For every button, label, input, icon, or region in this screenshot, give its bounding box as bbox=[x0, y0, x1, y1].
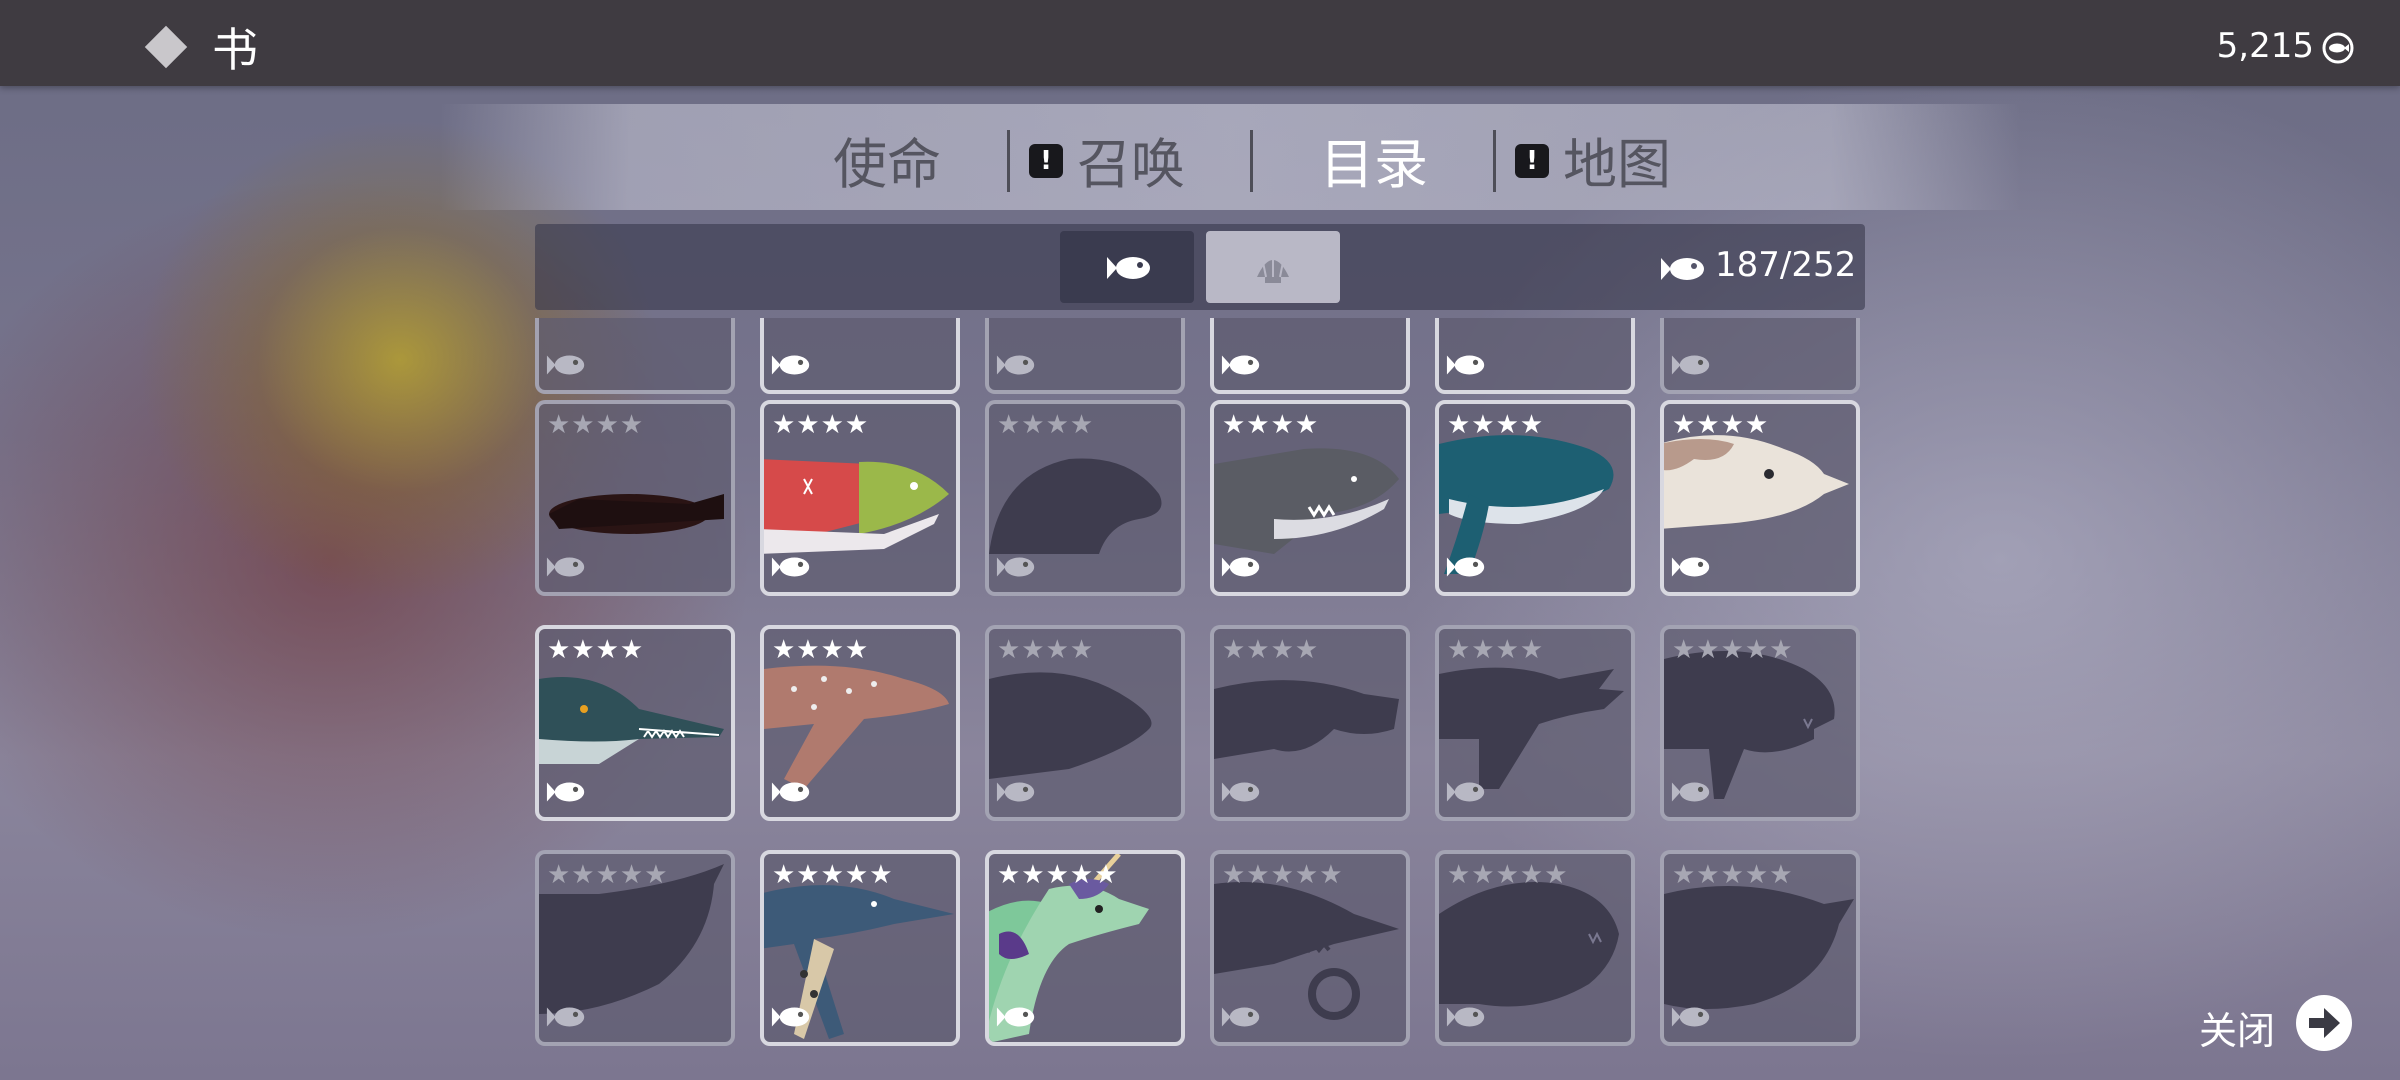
star-rating: ★★★★ bbox=[772, 635, 870, 665]
fish-icon bbox=[771, 355, 810, 375]
creature-card[interactable]: ★★★★ bbox=[985, 625, 1185, 821]
catalog-count: 187/252 bbox=[1715, 245, 1857, 285]
star-rating: ★★★★ bbox=[1447, 410, 1545, 440]
tab-divider bbox=[1007, 130, 1010, 192]
page-title: 书 bbox=[212, 23, 258, 77]
fish-icon bbox=[1221, 1007, 1260, 1027]
fish-icon bbox=[1446, 1007, 1485, 1027]
star-rating: ★★★★ bbox=[1447, 635, 1545, 665]
fish-icon bbox=[771, 557, 810, 577]
close-label[interactable]: 关闭 bbox=[2199, 1000, 2275, 1055]
close-button[interactable] bbox=[2296, 995, 2352, 1051]
fish-icon bbox=[1221, 782, 1260, 802]
creature-card[interactable]: ★★★★★ bbox=[1660, 850, 1860, 1046]
fish-icon bbox=[1446, 355, 1485, 375]
star-rating: ★★★★★ bbox=[1672, 860, 1794, 890]
top-bar: 书 5,215 bbox=[0, 0, 2400, 86]
creature-card[interactable]: ★★★★ bbox=[535, 625, 735, 821]
creature-card[interactable]: ★★★★ bbox=[1660, 400, 1860, 596]
tab-divider bbox=[1250, 130, 1253, 192]
fish-icon bbox=[1671, 355, 1710, 375]
book-diamond-icon bbox=[144, 25, 188, 69]
creature-card[interactable] bbox=[1660, 318, 1860, 394]
currency-amount: 5,215 bbox=[2216, 26, 2314, 66]
fish-icon bbox=[1221, 355, 1260, 375]
tab-map[interactable]: 地图 bbox=[1563, 120, 1671, 199]
creature-card[interactable]: ★★★★★ bbox=[535, 850, 735, 1046]
fish-icon bbox=[1446, 782, 1485, 802]
star-rating: ★★★★ bbox=[1222, 410, 1320, 440]
creature-card[interactable]: ★★★★★ bbox=[1210, 850, 1410, 1046]
tab-bar bbox=[440, 104, 2020, 210]
creature-card[interactable] bbox=[1210, 318, 1410, 394]
star-rating: ★★★★★ bbox=[997, 860, 1119, 890]
fish-coin-icon bbox=[2322, 32, 2354, 64]
fish-icon bbox=[1221, 557, 1260, 577]
fish-icon bbox=[996, 782, 1035, 802]
filter-fish-button[interactable] bbox=[1060, 231, 1194, 303]
fish-icon bbox=[546, 355, 585, 375]
filter-shell-button[interactable] bbox=[1206, 231, 1340, 303]
fish-icon bbox=[1661, 258, 1704, 280]
creature-card[interactable]: ★★★★★ bbox=[1435, 850, 1635, 1046]
fish-icon bbox=[1671, 782, 1710, 802]
star-rating: ★★★★ bbox=[547, 410, 645, 440]
creature-card[interactable]: ★★★★ bbox=[1210, 400, 1410, 596]
star-rating: ★★★★★ bbox=[547, 860, 669, 890]
star-rating: ★★★★ bbox=[997, 410, 1095, 440]
alert-icon: ! bbox=[1029, 144, 1063, 178]
tab-summon[interactable]: 召唤 bbox=[1077, 120, 1185, 199]
alert-icon: ! bbox=[1515, 144, 1549, 178]
star-rating: ★★★★ bbox=[1222, 635, 1320, 665]
star-rating: ★★★★ bbox=[997, 635, 1095, 665]
creature-card[interactable]: ★★★★ bbox=[985, 400, 1185, 596]
creature-card[interactable]: ★★★★ bbox=[760, 400, 960, 596]
creature-card[interactable] bbox=[535, 318, 735, 394]
fish-icon bbox=[1671, 557, 1710, 577]
creature-card[interactable] bbox=[985, 318, 1185, 394]
tab-mission[interactable]: 使命 bbox=[833, 120, 941, 199]
star-rating: ★★★★★ bbox=[1222, 860, 1344, 890]
star-rating: ★★★★ bbox=[1672, 410, 1770, 440]
fish-icon bbox=[996, 557, 1035, 577]
star-rating: ★★★★ bbox=[547, 635, 645, 665]
creature-card[interactable]: ★★★★★ bbox=[1660, 625, 1860, 821]
arrow-right-icon bbox=[2309, 1008, 2340, 1038]
creature-grid[interactable]: ★★★★ ★★★★ ★★★★ ★★★★ ★★★★ ★★★★ ★★★★ ★★★★ ★★★★ ★★★★… bbox=[535, 318, 1870, 1050]
star-rating: ★★★★★ bbox=[1447, 860, 1569, 890]
fish-icon bbox=[1107, 257, 1150, 279]
fish-icon bbox=[1671, 1007, 1710, 1027]
creature-card[interactable]: ★★★★★ bbox=[985, 850, 1185, 1046]
tab-divider bbox=[1493, 130, 1496, 192]
tab-catalog[interactable]: 目录 bbox=[1320, 120, 1428, 199]
star-rating: ★★★★★ bbox=[1672, 635, 1794, 665]
fish-icon bbox=[771, 782, 810, 802]
creature-card[interactable] bbox=[1435, 318, 1635, 394]
creature-card[interactable]: ★★★★ bbox=[535, 400, 735, 596]
creature-card[interactable]: ★★★★ bbox=[1435, 625, 1635, 821]
fish-icon bbox=[996, 1007, 1035, 1027]
fish-icon bbox=[546, 1007, 585, 1027]
fish-icon bbox=[546, 782, 585, 802]
fish-icon bbox=[771, 1007, 810, 1027]
star-rating: ★★★★★ bbox=[772, 860, 894, 890]
creature-card[interactable] bbox=[760, 318, 960, 394]
fish-icon bbox=[1446, 557, 1485, 577]
creature-card[interactable]: ★★★★★ bbox=[760, 850, 960, 1046]
creature-card[interactable]: ★★★★ bbox=[760, 625, 960, 821]
star-rating: ★★★★ bbox=[772, 410, 870, 440]
creature-card[interactable]: ★★★★ bbox=[1435, 400, 1635, 596]
creature-card[interactable]: ★★★★ bbox=[1210, 625, 1410, 821]
fish-icon bbox=[546, 557, 585, 577]
shell-icon bbox=[1257, 257, 1289, 283]
fish-icon bbox=[996, 355, 1035, 375]
